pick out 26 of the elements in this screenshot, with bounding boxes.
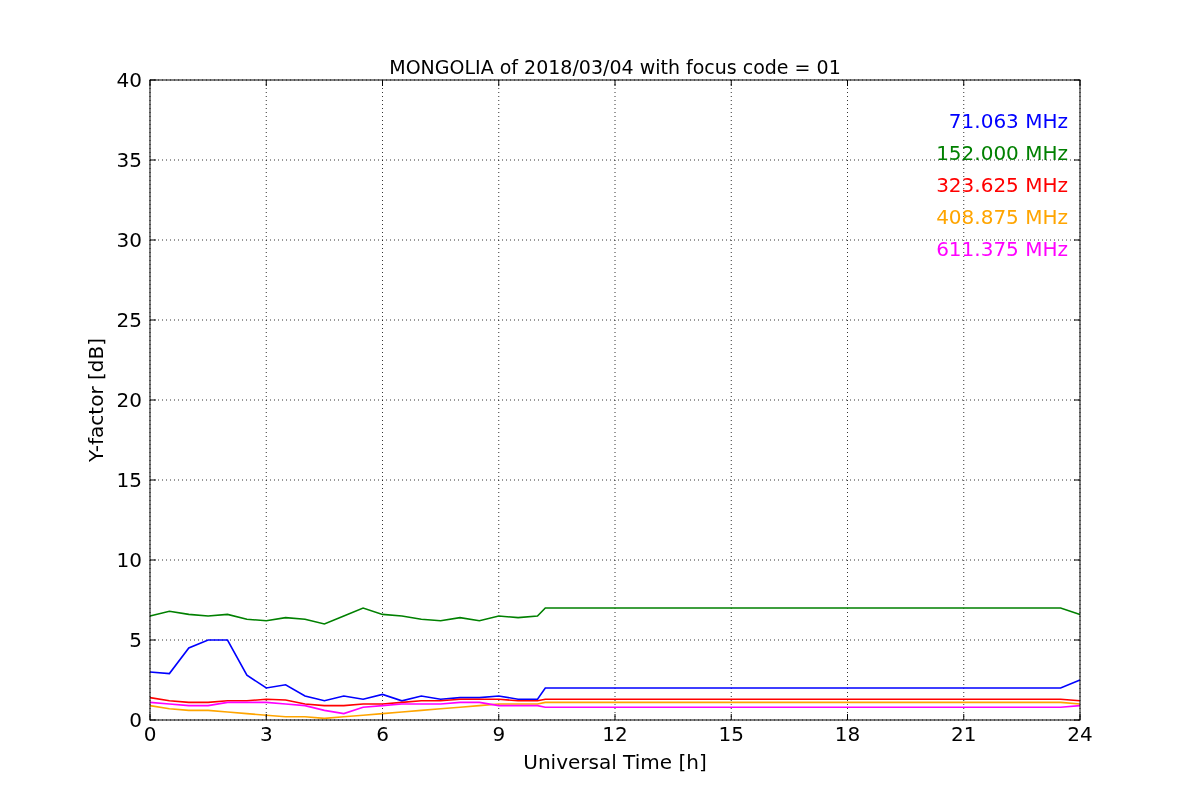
tick-label: 30 [116,228,142,252]
tick-label: 6 [376,722,389,746]
legend-label: 408.875 MHz [936,205,1068,229]
tick-label: 10 [116,548,142,572]
tick-label: 21 [951,722,977,746]
x-axis-label: Universal Time [h] [523,750,707,774]
tick-label: 25 [116,308,142,332]
y-axis-label: Y-factor [dB] [84,338,108,462]
tick-label: 12 [602,722,628,746]
legend-label: 152.000 MHz [936,141,1068,165]
tick-label: 15 [718,722,744,746]
legend-label: 611.375 MHz [936,237,1068,261]
tick-label: 5 [129,628,142,652]
tick-label: 35 [116,148,142,172]
chart-title: MONGOLIA of 2018/03/04 with focus code = 01 [389,56,841,78]
legend-label: 323.625 MHz [936,173,1068,197]
tick-label: 3 [259,722,273,746]
tick-label: 9 [492,722,506,746]
tick-label: 24 [1067,722,1093,746]
tick-label: 18 [834,722,861,746]
tick-label: 0 [129,708,142,732]
legend-label: 71.063 MHz [948,109,1068,133]
tick-label: 40 [116,68,142,92]
tick-label: 20 [116,388,142,412]
tick-label: 15 [116,468,142,492]
tick-label: 0 [143,722,157,746]
